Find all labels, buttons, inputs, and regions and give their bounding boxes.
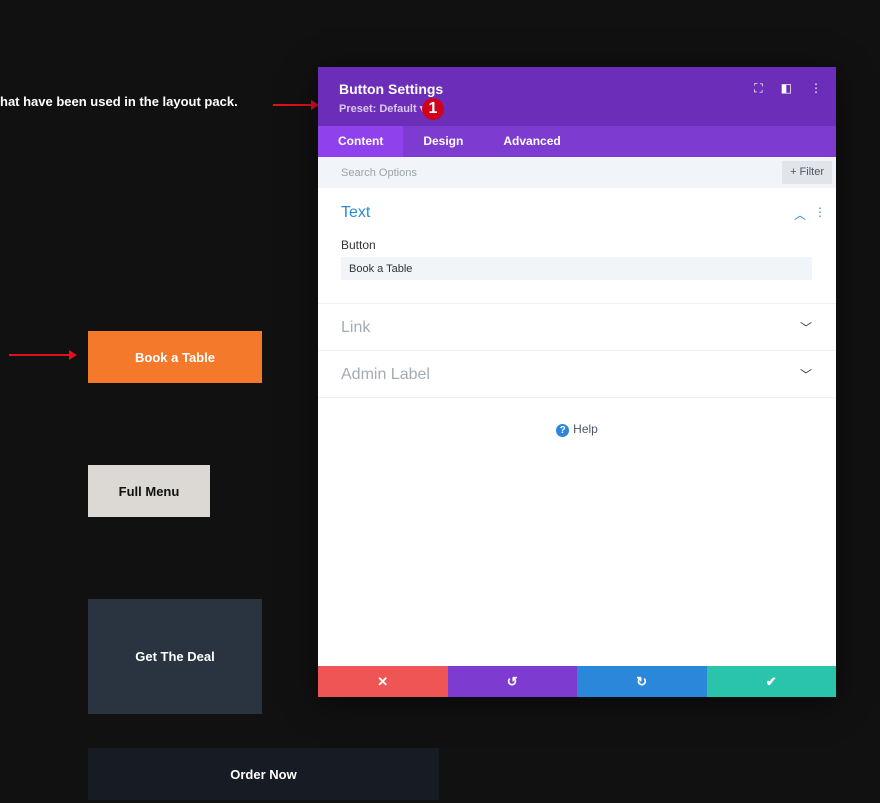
filter-button[interactable]: + Filter xyxy=(782,161,832,184)
button-settings-modal: Button Settings Preset: Default ▾ 1 ⛶ ◧ … xyxy=(318,67,836,697)
full-menu-button[interactable]: Full Menu xyxy=(88,465,210,517)
save-button[interactable]: ✔ xyxy=(706,666,836,697)
button-field-label: Button xyxy=(341,238,376,252)
chevron-down-icon[interactable]: ﹀ xyxy=(800,319,812,336)
link-section[interactable]: Link ﹀ xyxy=(318,304,836,351)
preset-dropdown[interactable]: Preset: Default ▾ xyxy=(339,102,425,115)
arrow-icon xyxy=(9,350,77,360)
admin-label-title: Admin Label xyxy=(341,366,430,383)
more-options-icon[interactable]: ⋮ xyxy=(810,81,822,96)
section-menu-icon[interactable]: ⋮ xyxy=(814,205,826,219)
modal-title: Button Settings xyxy=(339,81,444,97)
help-link[interactable]: ? Help xyxy=(318,422,836,437)
cancel-button[interactable]: ✕ xyxy=(318,666,448,697)
book-table-button[interactable]: Book a Table xyxy=(88,331,262,383)
admin-label-section[interactable]: Admin Label ﹀ xyxy=(318,351,836,398)
button-text-input[interactable]: Book a Table xyxy=(341,257,812,280)
tab-content[interactable]: Content xyxy=(318,126,404,157)
intro-text: hat have been used in the layout pack. xyxy=(0,94,238,109)
text-section: Text ︿ ⋮ Button Book a Table xyxy=(318,188,836,304)
tab-design[interactable]: Design xyxy=(403,126,483,157)
modal-footer: ✕ ↺ ↻ ✔ xyxy=(318,666,836,697)
redo-button[interactable]: ↻ xyxy=(577,666,707,697)
search-options-input[interactable]: Search Options + Filter xyxy=(318,157,836,188)
get-deal-button[interactable]: Get The Deal xyxy=(88,599,262,714)
help-icon: ? xyxy=(556,424,570,437)
tab-bar: Content Design Advanced xyxy=(318,126,836,157)
fullscreen-icon[interactable]: ⛶ xyxy=(754,81,762,96)
search-placeholder: Search Options xyxy=(341,167,417,179)
text-section-title[interactable]: Text xyxy=(341,204,370,222)
step-badge: 1 xyxy=(422,98,444,120)
link-section-title: Link xyxy=(341,319,371,336)
chevron-down-icon[interactable]: ﹀ xyxy=(800,366,812,383)
arrow-icon xyxy=(273,100,319,110)
modal-header: Button Settings Preset: Default ▾ 1 ⛶ ◧ … xyxy=(318,67,836,126)
tab-advanced[interactable]: Advanced xyxy=(483,126,580,157)
chevron-up-icon[interactable]: ︿ xyxy=(794,206,806,223)
help-label: Help xyxy=(573,422,598,436)
split-view-icon[interactable]: ◧ xyxy=(781,81,792,96)
undo-button[interactable]: ↺ xyxy=(447,666,577,697)
order-now-button[interactable]: Order Now xyxy=(88,748,439,800)
